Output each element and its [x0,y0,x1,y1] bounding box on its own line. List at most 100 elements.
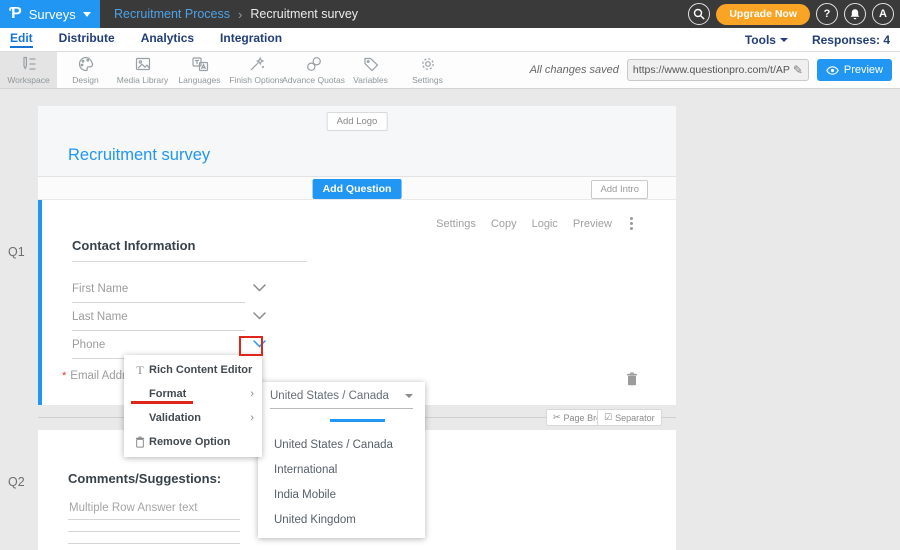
contact-field-first-name[interactable]: First Name [72,276,245,303]
field-options-chevron-icon[interactable] [253,284,266,292]
upgrade-now-button[interactable]: Upgrade Now [716,4,810,25]
survey-header-panel: Add Logo Recruitment survey Add Question… [38,106,676,199]
field-options-chevron-icon[interactable] [253,312,266,320]
toolbar-item-finish-options[interactable]: Finish Options [228,52,285,88]
add-intro-button[interactable]: Add Intro [591,180,648,199]
annotation-underline [131,401,193,404]
questionpro-logo-icon: Ƥ [9,6,22,22]
trash-icon [132,436,148,448]
format-options-list: United States / Canada International Ind… [274,432,417,532]
toolbar-item-design[interactable]: Design [57,52,114,88]
format-option-us-canada[interactable]: United States / Canada [274,432,417,457]
surveys-product-dropdown[interactable]: Ƥ Surveys [0,0,100,28]
autosave-status: All changes saved [530,64,619,76]
question-number-q2: Q2 [8,475,25,489]
eye-icon [826,66,839,75]
question-preview-link[interactable]: Preview [573,218,612,230]
toolbar-item-label: Variables [353,75,388,85]
toolbar-item-label: Languages [178,75,220,85]
help-button[interactable]: ? [816,3,838,25]
survey-menu-bar: Edit Distribute Analytics Integration To… [0,28,900,52]
contact-field-email[interactable]: * Email Addre [62,370,132,382]
tab-integration[interactable]: Integration [220,31,282,48]
toolbar-item-languages[interactable]: Languages [171,52,228,88]
workspace-icon [20,55,38,73]
field-label: Email Addre [70,370,132,382]
menu-item-label: Format [149,388,186,400]
header-actions: Upgrade Now ? A [688,3,900,25]
toolbar-item-label: Media Library [117,75,169,85]
survey-title[interactable]: Recruitment survey [68,146,210,165]
scissors-icon: ✂ [553,413,561,423]
gear-icon [419,55,437,73]
format-selected-value: United States / Canada [270,390,389,402]
notifications-button[interactable] [844,3,866,25]
tools-label: Tools [745,33,776,47]
trash-icon [626,372,638,386]
edit-url-icon[interactable]: ✎ [793,63,803,77]
question-title[interactable]: Comments/Suggestions: [68,471,221,486]
tab-edit[interactable]: Edit [10,31,33,48]
preview-label: Preview [844,64,883,76]
format-select[interactable]: United States / Canada [270,390,413,409]
required-asterisk: * [62,370,66,382]
survey-button-row: Add Question Add Intro [38,176,676,199]
tools-dropdown[interactable]: Tools [745,33,788,47]
tab-analytics[interactable]: Analytics [141,31,194,48]
chevron-right-icon: › [250,388,254,400]
more-options-icon[interactable] [627,216,636,231]
toolbar-item-media-library[interactable]: Media Library [114,52,171,88]
product-label: Surveys [29,7,76,22]
question-actions: Settings Copy Logic Preview [436,216,636,231]
phone-options-chevron-icon[interactable] [253,340,266,348]
menu-item-label: Remove Option [149,436,230,448]
questionpro-survey-editor: Ƥ Surveys Recruitment Process › Recruitm… [0,0,900,550]
delete-question-button[interactable] [626,372,638,386]
toolbar-item-variables[interactable]: Variables [342,52,399,88]
answer-line [68,543,240,544]
search-button[interactable] [688,3,710,25]
toolbar-item-label: Design [72,75,98,85]
survey-url-input[interactable] [633,64,790,76]
editor-toolbar: Workspace Design Media Library Languages… [0,52,900,89]
responses-count-link[interactable]: Responses: 4 [812,33,890,47]
menu-item-label: Rich Content Editor [149,364,252,376]
answer-line [68,519,240,520]
add-logo-button[interactable]: Add Logo [327,112,388,131]
avatar[interactable]: A [872,3,894,25]
toolbar-item-advance-quotas[interactable]: Advance Quotas [285,52,342,88]
separator-icon: ☑ [604,413,612,423]
breadcrumb: Recruitment Process › Recruitment survey [114,7,358,22]
menu-item-remove-option[interactable]: Remove Option [124,430,262,454]
separator-button[interactable]: ☑ Separator [597,409,662,426]
toolbar-item-label: Advance Quotas [282,75,345,85]
preview-button[interactable]: Preview [817,59,892,81]
tab-distribute[interactable]: Distribute [59,31,115,48]
menu-right: Tools Responses: 4 [745,33,900,47]
add-question-button[interactable]: Add Question [313,179,402,199]
magic-wand-icon [248,55,266,73]
toolbar-item-settings[interactable]: Settings [399,52,456,88]
format-option-india-mobile[interactable]: India Mobile [274,482,417,507]
tag-icon [362,55,380,73]
question-copy-link[interactable]: Copy [491,218,517,230]
menu-item-validation[interactable]: Validation › [124,406,262,430]
top-header-bar: Ƥ Surveys Recruitment Process › Recruitm… [0,0,900,28]
toolbar-item-label: Settings [412,75,443,85]
active-tab-indicator [330,419,385,422]
question-settings-link[interactable]: Settings [436,218,476,230]
row-options-context-menu: T Rich Content Editor Format › Validatio… [124,355,262,457]
menu-item-rich-content-editor[interactable]: T Rich Content Editor [124,358,262,382]
question-number-q1: Q1 [8,245,25,259]
answer-line [68,531,240,532]
toolbar-item-workspace[interactable]: Workspace [0,52,57,88]
format-option-united-kingdom[interactable]: United Kingdom [274,507,417,532]
contact-field-last-name[interactable]: Last Name [72,304,245,331]
translate-icon [191,55,209,73]
multi-row-answer-placeholder[interactable]: Multiple Row Answer text [69,502,197,514]
question-title[interactable]: Contact Information [72,238,196,253]
breadcrumb-folder-link[interactable]: Recruitment Process [114,7,230,21]
toolbar-right: All changes saved ✎ Preview [530,52,900,88]
format-option-international[interactable]: International [274,457,417,482]
question-logic-link[interactable]: Logic [532,218,558,230]
